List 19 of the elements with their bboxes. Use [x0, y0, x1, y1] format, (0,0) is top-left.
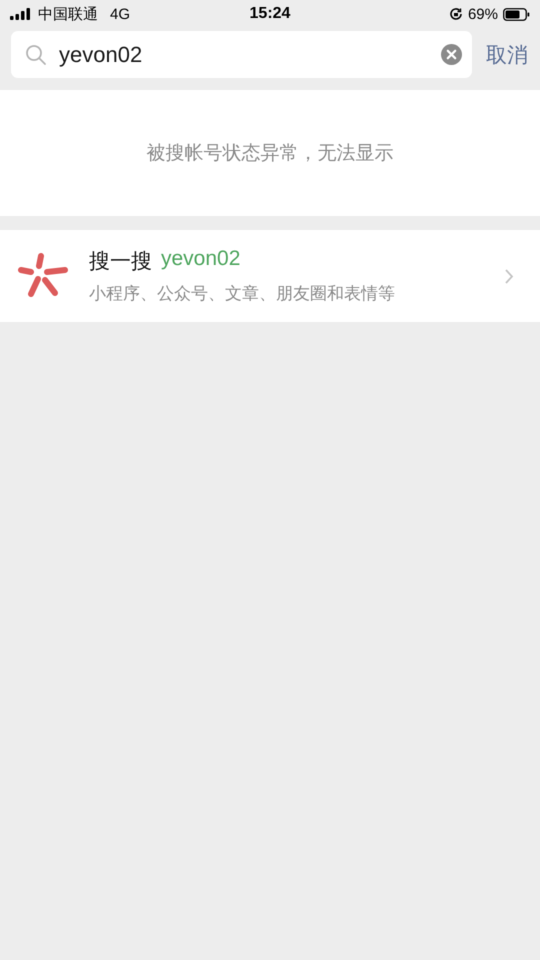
search-field[interactable]: yevon02: [11, 31, 472, 78]
asterisk-logo-icon: [18, 252, 70, 300]
result-title: 搜一搜: [89, 249, 152, 275]
clear-icon[interactable]: [441, 44, 462, 65]
search-query: yevon02: [59, 42, 144, 68]
battery-icon: [502, 8, 530, 20]
rotation-lock-icon: [448, 7, 463, 21]
search-icon: [25, 44, 47, 66]
cancel-button[interactable]: 取消: [486, 40, 528, 68]
notice-text: 被搜帐号状态异常，无法显示: [146, 142, 394, 166]
clock: 15:24: [250, 5, 290, 23]
result-query: yevon02: [161, 247, 240, 272]
network-type: 4G: [110, 6, 130, 22]
signal-icon: [10, 8, 32, 20]
battery-percent: 69%: [468, 6, 498, 22]
result-subtitle: 小程序、公众号、文章、朋友圈和表情等: [89, 283, 396, 305]
search-result-row[interactable]: 搜一搜 yevon02 小程序、公众号、文章、朋友圈和表情等: [0, 230, 540, 322]
carrier-name: 中国联通: [38, 4, 98, 24]
chevron-icon: [505, 268, 514, 284]
